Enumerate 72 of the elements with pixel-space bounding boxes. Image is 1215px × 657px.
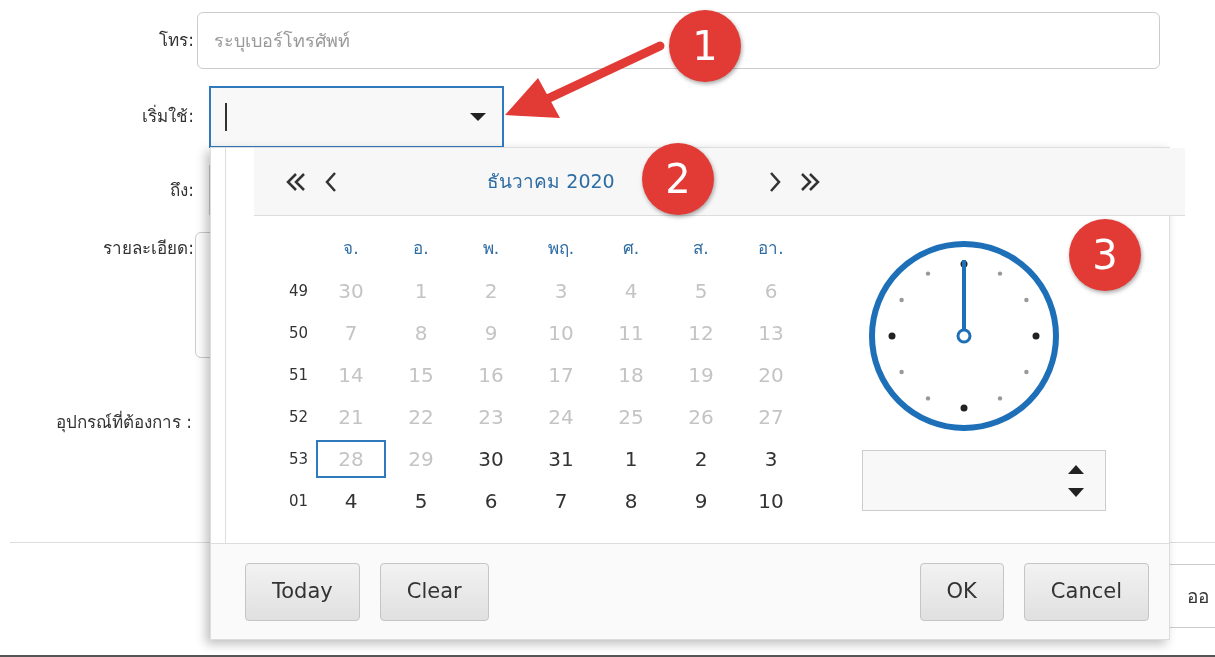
day-cell[interactable]: 18 bbox=[596, 356, 666, 394]
caret-down-icon[interactable] bbox=[1067, 487, 1085, 498]
weekday-label: จ. bbox=[342, 237, 360, 261]
week-number: 52 bbox=[287, 406, 310, 428]
day-cell[interactable]: 26 bbox=[666, 398, 736, 436]
day-cell[interactable]: 6 bbox=[456, 482, 526, 520]
day-cell[interactable]: 1 bbox=[596, 440, 666, 478]
day-cell[interactable]: 21 bbox=[316, 398, 386, 436]
day-cell[interactable]: 8 bbox=[386, 314, 456, 352]
week-number: 49 bbox=[287, 280, 310, 302]
picker-button[interactable]: Clear bbox=[379, 562, 489, 621]
date-field[interactable] bbox=[209, 86, 504, 148]
day-cell[interactable]: 31 bbox=[526, 440, 596, 478]
day-cell[interactable]: 8 bbox=[596, 482, 666, 520]
time-field[interactable] bbox=[862, 450, 1106, 511]
field-label: เริ่มใช้: bbox=[141, 103, 195, 128]
field-label: อุปกรณ์ที่ต้องการ : bbox=[54, 410, 193, 435]
day-cell[interactable]: 5 bbox=[666, 272, 736, 310]
day-cell[interactable]: 28 bbox=[316, 440, 386, 478]
day-cell[interactable]: 30 bbox=[456, 440, 526, 478]
day-cell[interactable]: 11 bbox=[596, 314, 666, 352]
day-cell[interactable]: 14 bbox=[316, 356, 386, 394]
step-marker: 1 bbox=[669, 10, 741, 82]
field-label: รายละเอียด: bbox=[102, 237, 195, 260]
weekday-label: อ. bbox=[412, 237, 430, 261]
day-cell[interactable]: 22 bbox=[386, 398, 456, 436]
day-cell[interactable]: 30 bbox=[316, 272, 386, 310]
day-cell[interactable]: 3 bbox=[736, 440, 806, 478]
week-number: 51 bbox=[287, 364, 310, 386]
day-cell[interactable]: 2 bbox=[456, 272, 526, 310]
day-cell[interactable]: 5 bbox=[386, 482, 456, 520]
day-cell[interactable]: 24 bbox=[526, 398, 596, 436]
day-cell[interactable]: 15 bbox=[386, 356, 456, 394]
day-cell[interactable]: 10 bbox=[526, 314, 596, 352]
day-cell[interactable]: 19 bbox=[666, 356, 736, 394]
day-cell[interactable]: 29 bbox=[386, 440, 456, 478]
day-cell[interactable]: 17 bbox=[526, 356, 596, 394]
field-label: โทร: bbox=[158, 29, 195, 52]
text-cursor bbox=[225, 103, 227, 131]
day-cell[interactable]: 27 bbox=[736, 398, 806, 436]
day-cell[interactable]: 9 bbox=[456, 314, 526, 352]
day-cell[interactable]: 12 bbox=[666, 314, 736, 352]
picker-button[interactable]: Cancel bbox=[1023, 562, 1149, 621]
day-cell[interactable]: 10 bbox=[736, 482, 806, 520]
day-cell[interactable]: 6 bbox=[736, 272, 806, 310]
caret-up-icon[interactable] bbox=[1067, 463, 1085, 474]
day-cell[interactable]: 4 bbox=[596, 272, 666, 310]
clock-icon[interactable] bbox=[866, 238, 1062, 434]
day-cell[interactable]: 23 bbox=[456, 398, 526, 436]
weekday-label: ศ. bbox=[621, 237, 641, 261]
day-cell[interactable]: 4 bbox=[316, 482, 386, 520]
week-number: 53 bbox=[287, 448, 310, 470]
day-cell[interactable]: 25 bbox=[596, 398, 666, 436]
day-cell[interactable]: 2 bbox=[666, 440, 736, 478]
day-cell[interactable]: 13 bbox=[736, 314, 806, 352]
month-title[interactable]: ธันวาคม 2020 bbox=[487, 167, 615, 196]
week-number: 01 bbox=[287, 490, 310, 512]
day-cell[interactable]: 9 bbox=[666, 482, 736, 520]
picker-button[interactable]: Today bbox=[245, 562, 360, 621]
weekday-label: อา. bbox=[757, 237, 785, 261]
week-number: 50 bbox=[287, 322, 310, 344]
field-label: ถึง: bbox=[169, 179, 195, 202]
day-cell[interactable]: 7 bbox=[526, 482, 596, 520]
day-cell[interactable]: 16 bbox=[456, 356, 526, 394]
day-cell[interactable]: 20 bbox=[736, 356, 806, 394]
day-cell[interactable]: 3 bbox=[526, 272, 596, 310]
weekday-label: ส. bbox=[692, 237, 710, 261]
picker-button[interactable]: OK bbox=[919, 562, 1004, 621]
weekday-label: พ. bbox=[481, 237, 501, 261]
day-cell[interactable]: 7 bbox=[316, 314, 386, 352]
weekday-label: พฤ. bbox=[546, 237, 576, 261]
day-cell[interactable]: 1 bbox=[386, 272, 456, 310]
